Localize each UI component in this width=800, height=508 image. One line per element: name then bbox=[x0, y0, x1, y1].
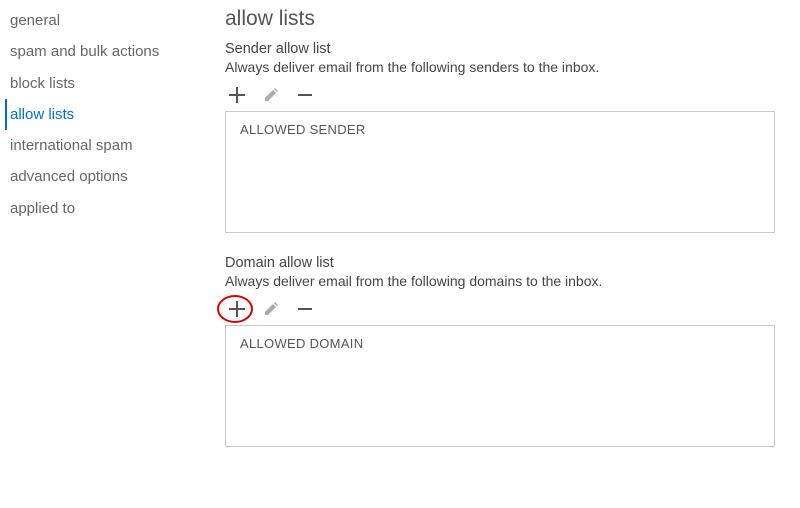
minus-icon bbox=[297, 301, 313, 317]
sidebar-item-spam-bulk[interactable]: spam and bulk actions bbox=[5, 36, 170, 67]
sidebar-item-allow-lists[interactable]: allow lists bbox=[5, 99, 170, 130]
sidebar-item-block-lists[interactable]: block lists bbox=[5, 68, 170, 99]
domain-remove-button[interactable] bbox=[295, 299, 315, 319]
page-title: allow lists bbox=[225, 7, 775, 31]
domain-toolbar bbox=[225, 299, 775, 319]
minus-icon bbox=[297, 87, 313, 103]
sidebar: general spam and bulk actions block list… bbox=[5, 5, 170, 469]
sender-remove-button[interactable] bbox=[295, 85, 315, 105]
sender-section-title: Sender allow list bbox=[225, 41, 775, 57]
page-container: general spam and bulk actions block list… bbox=[0, 0, 800, 469]
sender-list-header: ALLOWED SENDER bbox=[240, 122, 760, 137]
domain-allow-section: Domain allow list Always deliver email f… bbox=[225, 255, 775, 447]
plus-icon bbox=[228, 86, 246, 104]
domain-section-title: Domain allow list bbox=[225, 255, 775, 271]
sender-add-button[interactable] bbox=[227, 85, 247, 105]
sender-list-box[interactable]: ALLOWED SENDER bbox=[225, 111, 775, 233]
sender-section-desc: Always deliver email from the following … bbox=[225, 59, 775, 75]
sender-edit-button[interactable] bbox=[261, 85, 281, 105]
domain-list-box[interactable]: ALLOWED DOMAIN bbox=[225, 325, 775, 447]
sender-toolbar bbox=[225, 85, 775, 105]
pencil-icon bbox=[263, 87, 279, 103]
sidebar-item-international-spam[interactable]: international spam bbox=[5, 130, 170, 161]
sender-allow-section: Sender allow list Always deliver email f… bbox=[225, 41, 775, 233]
sidebar-item-general[interactable]: general bbox=[5, 5, 170, 36]
plus-icon bbox=[228, 300, 246, 318]
domain-add-button[interactable] bbox=[227, 299, 247, 319]
sidebar-item-advanced-options[interactable]: advanced options bbox=[5, 161, 170, 192]
main-content: allow lists Sender allow list Always del… bbox=[170, 5, 800, 469]
domain-section-desc: Always deliver email from the following … bbox=[225, 273, 775, 289]
domain-edit-button[interactable] bbox=[261, 299, 281, 319]
domain-list-header: ALLOWED DOMAIN bbox=[240, 336, 760, 351]
pencil-icon bbox=[263, 301, 279, 317]
sidebar-item-applied-to[interactable]: applied to bbox=[5, 193, 170, 224]
